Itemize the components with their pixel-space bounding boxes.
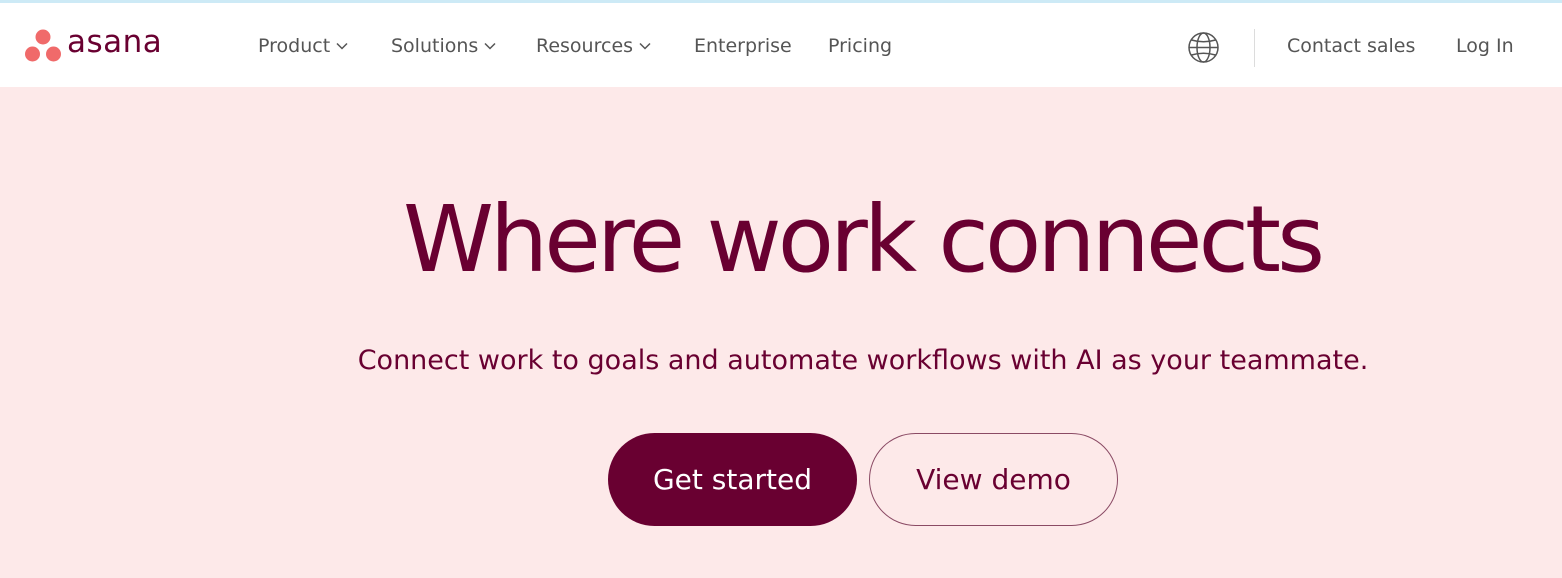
nav-solutions[interactable]: Solutions <box>391 31 496 61</box>
top-navbar: asana Product Solutions Resources Enterp… <box>0 3 1562 87</box>
chevron-down-icon <box>484 42 496 50</box>
hero-subheadline: Connect work to goals and automate workf… <box>357 345 1369 376</box>
nav-pricing-label: Pricing <box>828 35 893 57</box>
nav-divider <box>1254 29 1255 67</box>
nav-pricing[interactable]: Pricing <box>828 31 892 61</box>
contact-sales-label: Contact sales <box>1287 35 1416 57</box>
get-started-button[interactable]: Get started <box>608 433 857 526</box>
globe-icon[interactable] <box>1187 31 1220 64</box>
nav-enterprise[interactable]: Enterprise <box>694 31 792 61</box>
nav-resources-label: Resources <box>536 35 634 57</box>
asana-logo[interactable]: asana <box>24 24 162 64</box>
nav-solutions-label: Solutions <box>391 35 479 57</box>
nav-product-label: Product <box>258 35 331 57</box>
chevron-down-icon <box>639 42 651 50</box>
hero-headline: Where work connects <box>402 186 1325 293</box>
log-in-label: Log In <box>1456 35 1514 57</box>
chevron-down-icon <box>336 42 348 50</box>
contact-sales-link[interactable]: Contact sales <box>1287 31 1415 61</box>
nav-enterprise-label: Enterprise <box>694 35 792 57</box>
view-demo-button[interactable]: View demo <box>869 433 1118 526</box>
nav-product[interactable]: Product <box>258 31 348 61</box>
hero-section: Where work connects Connect work to goal… <box>0 87 1562 578</box>
asana-wordmark: asana <box>67 24 163 60</box>
nav-resources[interactable]: Resources <box>536 31 651 61</box>
log-in-link[interactable]: Log In <box>1456 31 1514 61</box>
asana-logo-icon <box>25 29 61 62</box>
